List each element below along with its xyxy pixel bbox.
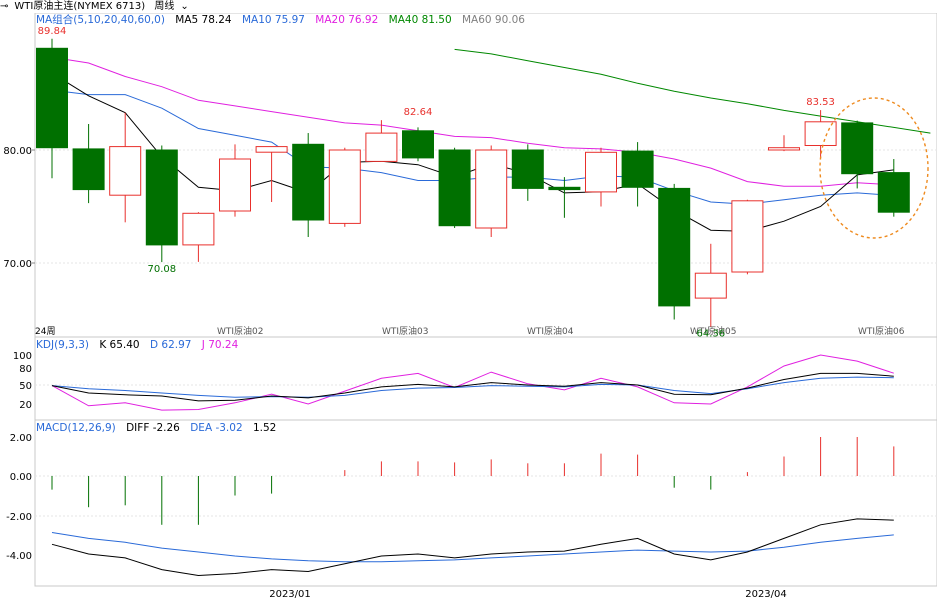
y-tick-70: 70.00 xyxy=(3,259,32,270)
macd-legend: MACD(12,26,9) DIFF -2.26 DEA -3.02 1.52 xyxy=(36,421,283,435)
y-tick-80: 80.00 xyxy=(3,146,32,157)
kdj-j-value: J 70.24 xyxy=(201,339,239,351)
macd-label[interactable]: MACD(12,26,9) xyxy=(36,422,116,434)
price-annotation: 70.08 xyxy=(147,264,176,275)
x-label-2023-04: 2023/04 xyxy=(745,589,787,600)
macd-tick-0: 0.00 xyxy=(10,472,32,483)
candle-body xyxy=(621,150,654,188)
ma60-value: MA60 90.06 xyxy=(461,14,525,26)
candle-body xyxy=(511,149,544,189)
candle-body xyxy=(328,149,361,224)
kdj-k-value: K 65.40 xyxy=(99,339,140,351)
ma40-line xyxy=(454,48,931,134)
kdj-k-line xyxy=(51,372,894,402)
macd-lines xyxy=(51,518,894,577)
candle-body xyxy=(255,146,288,153)
candle-body xyxy=(694,272,727,299)
contract-marker-04: WTI原油04 xyxy=(527,325,574,337)
contract-marker-03: WTI原油03 xyxy=(382,325,429,337)
ma20-value: MA20 76.92 xyxy=(315,14,379,26)
macd-tick-neg2: -2.00 xyxy=(6,512,32,523)
macd-hist-value: 1.52 xyxy=(252,422,277,434)
title-bar: ⊸ WTI原油主连(NYMEX 6713) 周线 ⌄ xyxy=(0,0,937,13)
kdj-tick-20: 20 xyxy=(19,400,32,411)
candle-body xyxy=(292,143,325,221)
instrument-title: WTI原油主连(NYMEX 6713) xyxy=(14,1,146,12)
macd-tick-neg4: -4.00 xyxy=(6,551,32,562)
ma40-value: MA40 81.50 xyxy=(388,14,452,26)
ma5-line xyxy=(51,72,894,232)
candle-body xyxy=(475,149,508,229)
chart-canvas: 80.00 70.00 100 80 50 20 2.00 0.00 -2.00… xyxy=(3,0,937,600)
ma5-value: MA5 78.24 xyxy=(175,14,232,26)
macd-diff-line xyxy=(51,518,894,577)
candle-body xyxy=(804,121,837,147)
ma20-line xyxy=(51,56,894,187)
period-label: 24周 xyxy=(35,326,55,337)
price-annotation: 82.64 xyxy=(404,107,433,118)
ma-group-label[interactable]: MA组合(5,10,20,40,60,0) xyxy=(36,14,165,26)
price-annotation: 89.84 xyxy=(38,26,67,37)
chart-icon: ⊸ xyxy=(0,1,9,12)
candle-body xyxy=(438,149,471,227)
macd-diff-value: DIFF -2.26 xyxy=(126,422,180,434)
chevron-down-icon[interactable]: ⌄ xyxy=(180,1,188,12)
candle-body xyxy=(145,149,178,246)
candle-body xyxy=(841,122,874,175)
candle-body xyxy=(109,146,142,196)
kdj-tick-50: 50 xyxy=(19,381,32,392)
candle-body xyxy=(768,147,800,151)
candle-body xyxy=(219,158,251,212)
highlight-circle xyxy=(819,97,929,239)
kdj-tick-100: 100 xyxy=(13,351,32,362)
period-selector[interactable]: 周线 xyxy=(154,1,174,12)
macd-panel-frame xyxy=(34,419,937,587)
kdj-legend: KDJ(9,3,3) K 65.40 D 62.97 J 70.24 xyxy=(36,338,245,352)
candle-body xyxy=(182,212,215,246)
contract-marker-02: WTI原油02 xyxy=(217,325,264,337)
price-annotation: 64.36 xyxy=(696,329,725,340)
kdj-j-line xyxy=(51,354,894,411)
macd-tick-2: 2.00 xyxy=(10,433,32,444)
kdj-tick-80: 80 xyxy=(19,364,32,375)
kdj-lines xyxy=(51,354,894,411)
candle-body xyxy=(365,132,398,162)
candle-body xyxy=(658,187,691,307)
candle-body xyxy=(585,151,617,193)
kdj-label[interactable]: KDJ(9,3,3) xyxy=(36,339,89,351)
candle-body xyxy=(731,200,764,273)
candle-body xyxy=(548,186,581,191)
x-label-2023-01: 2023/01 xyxy=(269,589,311,600)
macd-dea-value: DEA -3.02 xyxy=(190,422,243,434)
price-annotation: 83.53 xyxy=(806,97,835,108)
macd-histogram xyxy=(51,437,895,525)
candle-body xyxy=(72,148,105,191)
candle-body xyxy=(877,172,910,213)
ma10-value: MA10 75.97 xyxy=(241,14,305,26)
candlesticks xyxy=(36,38,910,327)
macd-dea-line xyxy=(51,532,894,563)
candle-body xyxy=(402,130,434,159)
contract-marker-06: WTI原油06 xyxy=(858,325,905,337)
candle-body xyxy=(36,47,68,149)
price-legend: MA组合(5,10,20,40,60,0) MA5 78.24 MA10 75.… xyxy=(36,13,532,27)
kdj-d-value: D 62.97 xyxy=(149,339,192,351)
